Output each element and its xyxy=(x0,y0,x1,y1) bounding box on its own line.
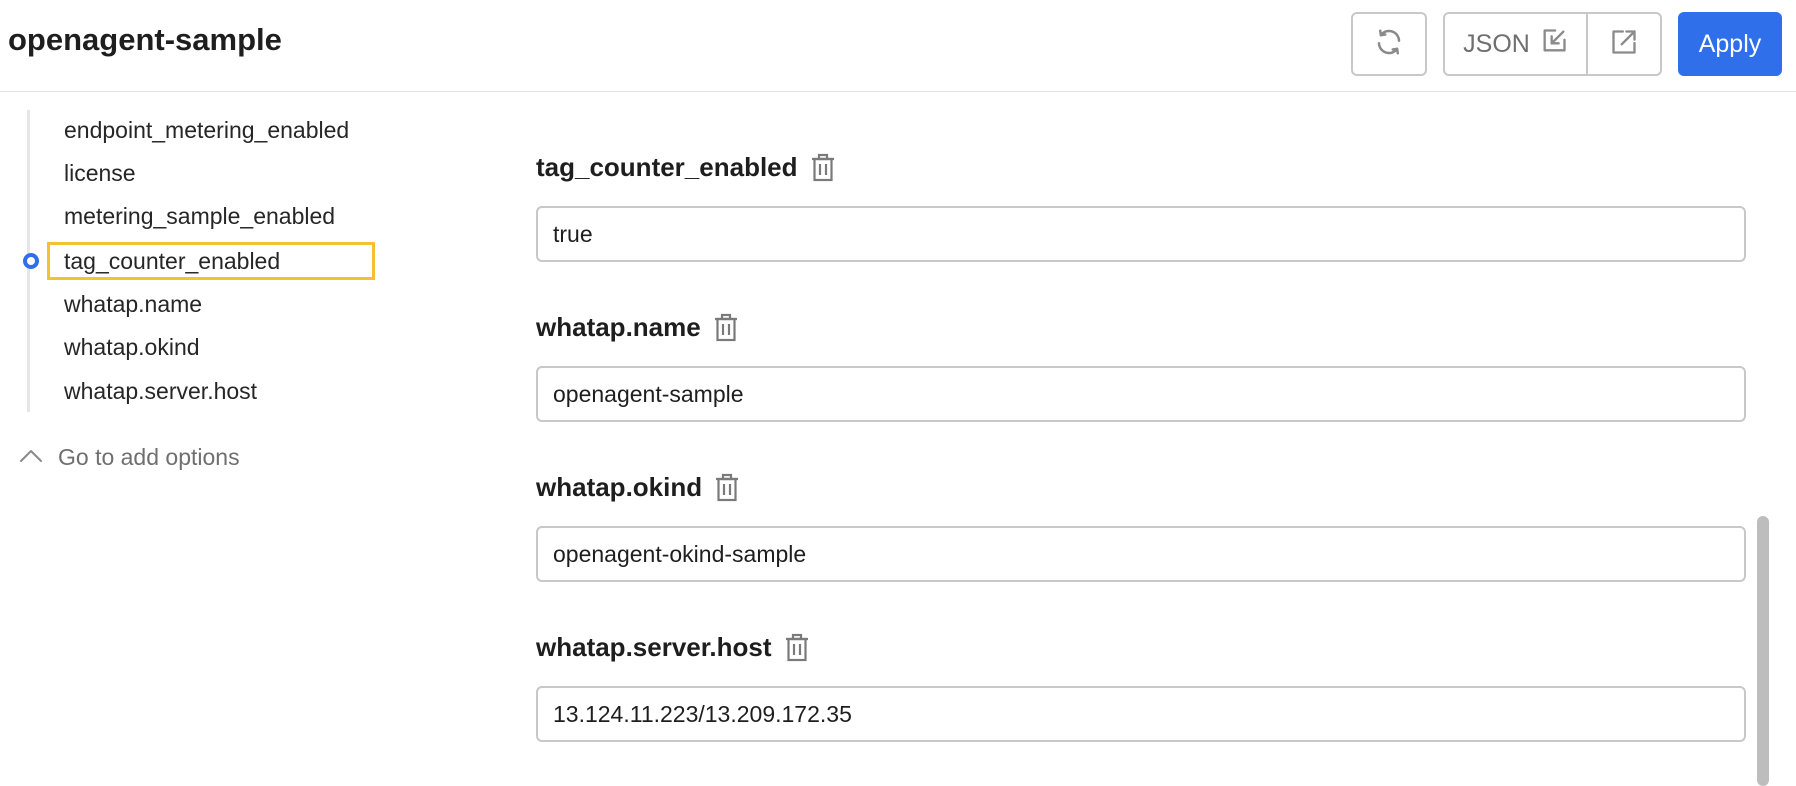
tag-counter-enabled-input[interactable] xyxy=(536,206,1746,262)
trash-icon[interactable] xyxy=(810,153,836,183)
sidebar-item-label: whatap.name xyxy=(64,290,203,317)
sidebar-item-label: whatap.okind xyxy=(64,333,200,360)
go-to-add-options-label: Go to add options xyxy=(58,444,240,470)
refresh-button[interactable] xyxy=(1351,12,1427,76)
header-bar: openagent-sample JSON Apply xyxy=(0,0,1796,92)
field-label-tag-counter-enabled: tag_counter_enabled xyxy=(536,152,836,183)
json-button[interactable]: JSON xyxy=(1445,14,1588,74)
sidebar-item-label: metering_sample_enabled xyxy=(64,202,336,229)
sidebar-item-tag-counter-enabled[interactable]: tag_counter_enabled xyxy=(23,242,375,280)
edit-import-icon xyxy=(1540,27,1568,62)
scrollbar-thumb[interactable] xyxy=(1757,516,1769,786)
sidebar-item-whatap-name[interactable]: whatap.name xyxy=(47,285,377,323)
field-label-whatap-okind: whatap.okind xyxy=(536,472,740,503)
refresh-icon xyxy=(1374,27,1404,62)
field-label-whatap-server-host: whatap.server.host xyxy=(536,632,810,663)
open-external-button[interactable] xyxy=(1588,14,1660,74)
field-label-text: whatap.name xyxy=(536,312,701,342)
sidebar-item-whatap-server-host[interactable]: whatap.server.host xyxy=(47,372,377,410)
sidebar-item-license[interactable]: license xyxy=(47,154,377,192)
field-label-text: whatap.okind xyxy=(536,472,703,502)
json-button-group: JSON xyxy=(1443,12,1662,76)
page-title: openagent-sample xyxy=(8,22,282,57)
chevron-up-icon xyxy=(18,444,44,471)
sidebar-item-label: license xyxy=(64,159,136,186)
trash-icon[interactable] xyxy=(713,313,739,343)
whatap-name-input[interactable] xyxy=(536,366,1746,422)
sidebar-item-label: whatap.server.host xyxy=(64,377,258,404)
apply-button[interactable]: Apply xyxy=(1678,12,1782,76)
field-label-text: whatap.server.host xyxy=(536,632,772,662)
sidebar-item-label: tag_counter_enabled xyxy=(64,247,281,274)
sidebar-item-endpoint-metering-enabled[interactable]: endpoint_metering_enabled xyxy=(47,111,377,149)
json-label: JSON xyxy=(1463,29,1530,58)
sidebar-item-label: endpoint_metering_enabled xyxy=(64,116,350,143)
external-link-icon xyxy=(1610,28,1638,61)
trash-icon[interactable] xyxy=(714,473,740,503)
whatap-server-host-input[interactable] xyxy=(536,686,1746,742)
field-label-whatap-name: whatap.name xyxy=(536,312,739,343)
sidebar-item-metering-sample-enabled[interactable]: metering_sample_enabled xyxy=(47,197,377,235)
whatap-okind-input[interactable] xyxy=(536,526,1746,582)
sidebar-item-whatap-okind[interactable]: whatap.okind xyxy=(47,328,377,366)
go-to-add-options-link[interactable]: Go to add options xyxy=(18,444,240,471)
field-label-text: tag_counter_enabled xyxy=(536,152,798,182)
options-sidebar: endpoint_metering_enabled license meteri… xyxy=(0,92,470,786)
active-indicator-dot xyxy=(23,253,39,269)
trash-icon[interactable] xyxy=(784,633,810,663)
